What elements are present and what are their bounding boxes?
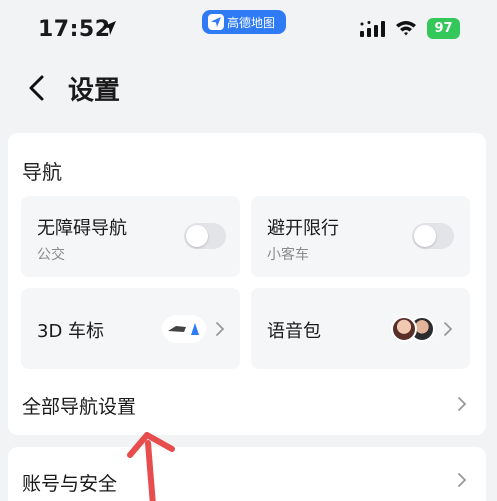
status-bar: 17:52 高德地图 97: [0, 0, 497, 60]
tile-3d-car-icon[interactable]: 3D 车标: [21, 288, 240, 369]
car-model-preview: [162, 315, 206, 343]
nav-bar: 设置: [0, 60, 497, 116]
tile-subtitle: 公交: [37, 247, 65, 263]
account-security-row[interactable]: 账号与安全: [8, 447, 486, 501]
tile-accessible-navigation[interactable]: 无障碍导航 公交: [21, 196, 240, 277]
tile-title: 语音包: [267, 321, 321, 342]
all-navigation-settings-row[interactable]: 全部导航设置: [8, 380, 486, 428]
battery-indicator: 97: [427, 18, 460, 39]
toggle-knob: [414, 225, 436, 247]
tile-avoid-restrictions[interactable]: 避开限行 小客车: [251, 196, 470, 277]
car-icon: [168, 323, 199, 335]
avoid-restrictions-toggle[interactable]: [412, 223, 454, 249]
tile-subtitle: 小客车: [267, 247, 309, 263]
battery-level: 97: [434, 21, 453, 36]
signal-icon: [360, 21, 385, 37]
voice-avatar-primary: [391, 316, 417, 342]
accessible-navigation-toggle[interactable]: [184, 223, 226, 249]
toggle-knob: [186, 225, 208, 247]
back-chevron-icon[interactable]: [26, 74, 46, 102]
chevron-right-icon: [458, 473, 467, 487]
all-navigation-settings-label: 全部导航设置: [22, 396, 137, 418]
annotation-arrow-icon: [127, 432, 175, 501]
tile-voice-pack[interactable]: 语音包: [251, 288, 470, 369]
account-security-label: 账号与安全: [22, 473, 118, 495]
page-title: 设置: [68, 76, 121, 106]
app-pill-label: 高德地图: [227, 15, 276, 30]
tile-title: 无障碍导航: [37, 218, 127, 239]
tile-title: 避开限行: [267, 218, 339, 239]
chevron-right-icon: [444, 322, 453, 336]
location-arrow-icon: [102, 21, 116, 35]
app-return-pill[interactable]: 高德地图: [202, 10, 286, 34]
tile-title: 3D 车标: [37, 321, 105, 342]
amap-logo-icon: [208, 14, 224, 30]
chevron-right-icon: [458, 397, 467, 411]
navigation-section-title: 导航: [22, 160, 62, 184]
wifi-icon: [396, 21, 416, 36]
chevron-right-icon: [216, 322, 225, 336]
